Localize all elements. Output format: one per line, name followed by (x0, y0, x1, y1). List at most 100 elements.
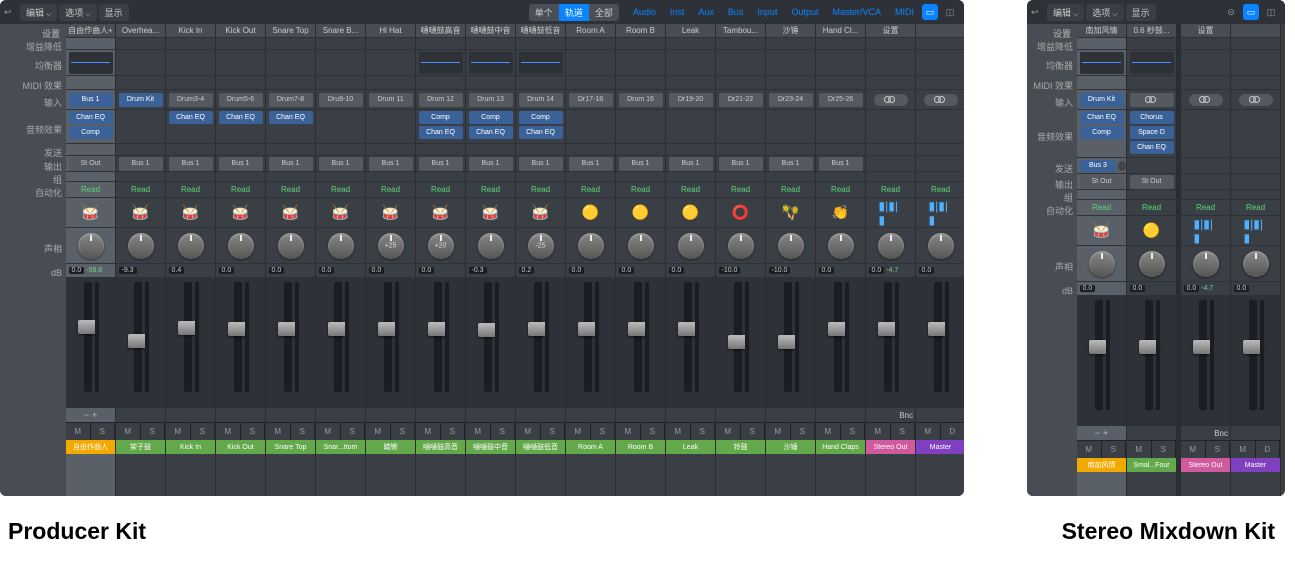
pan-knob[interactable] (816, 228, 865, 264)
audio-fx[interactable]: Chan EQ (166, 110, 215, 144)
solo-button[interactable]: S (1102, 441, 1127, 458)
output-slot[interactable]: St Out (1127, 174, 1176, 190)
mute-button[interactable]: M (516, 423, 541, 440)
fader-area[interactable] (866, 278, 915, 408)
fader-area[interactable] (1127, 296, 1176, 426)
filter-bus[interactable]: Bus (722, 5, 750, 19)
output-slot[interactable] (866, 156, 915, 172)
fader-area[interactable] (666, 278, 715, 408)
sends[interactable] (366, 144, 415, 156)
fx-insert[interactable]: Chan EQ (469, 126, 513, 139)
channel-strip[interactable]: Tambou...Dr21-22Bus 1Read⭕-10.0MS铃鼓 (716, 24, 766, 496)
mute-button[interactable]: M (866, 423, 891, 440)
automation-mode[interactable]: Read (616, 182, 665, 198)
fader-area[interactable] (716, 278, 765, 408)
fader-area[interactable] (816, 278, 865, 408)
pan-knob[interactable] (866, 228, 915, 264)
audio-fx[interactable] (316, 110, 365, 144)
mute-button[interactable]: M (616, 423, 641, 440)
pan-knob[interactable] (166, 228, 215, 264)
fx-insert[interactable]: Comp (69, 126, 113, 139)
mute-button[interactable]: M (316, 423, 341, 440)
sends[interactable] (616, 144, 665, 156)
automation-mode[interactable]: Read (316, 182, 365, 198)
solo-button[interactable]: S (1206, 441, 1231, 458)
audio-fx[interactable]: Chan EQComp (1077, 110, 1126, 158)
eq-thumbnail[interactable] (816, 50, 865, 76)
audio-fx[interactable] (916, 110, 964, 144)
channel-strip[interactable]: 自由作曲人+Bus 1Chan EQCompSt OutRead🥁0.0-59.… (66, 24, 116, 496)
mute-button[interactable]: M (666, 423, 691, 440)
channel-strip[interactable]: Kick OutDrum5-6Chan EQBus 1Read🥁0.0MSKic… (216, 24, 266, 496)
fader-area[interactable] (66, 278, 115, 408)
stereo-io-icon[interactable] (924, 94, 958, 106)
automation-mode[interactable]: Read (66, 182, 115, 198)
input-slot[interactable] (1127, 90, 1176, 110)
eq-thumbnail[interactable] (66, 50, 115, 76)
input-slot[interactable]: Dr25-26 (816, 90, 865, 110)
add-remove-row[interactable]: −+ (66, 408, 115, 422)
sends[interactable] (266, 144, 315, 156)
pan-knob[interactable] (566, 228, 615, 264)
output-strip[interactable]: Read⁠▮|▮|▮0.0MDMaster (1231, 24, 1281, 496)
mute-button[interactable]: M (1127, 441, 1152, 458)
eq-thumbnail[interactable] (216, 50, 265, 76)
input-slot[interactable] (1231, 90, 1280, 110)
pan-knob[interactable] (66, 228, 115, 264)
input-slot[interactable]: Drum 13 (466, 90, 515, 110)
seg-all[interactable]: 全部 (589, 4, 619, 21)
eq-thumbnail[interactable] (416, 50, 465, 76)
fx-insert[interactable]: Chan EQ (219, 111, 263, 124)
eq-thumbnail[interactable] (366, 50, 415, 76)
sends[interactable] (116, 144, 165, 156)
output-slot[interactable]: Bus 1 (216, 156, 265, 172)
fx-insert[interactable]: Chan EQ (519, 126, 563, 139)
channel-strip[interactable]: 嗵嗵鼓高音Drum 12CompChan EQBus 1Read🥁+200.0M… (416, 24, 466, 496)
solo-button[interactable]: S (791, 423, 816, 440)
input-slot[interactable]: Dr17-18 (566, 90, 615, 110)
eq-thumbnail[interactable] (1077, 50, 1126, 76)
pan-knob[interactable] (666, 228, 715, 264)
automation-mode[interactable]: Read (466, 182, 515, 198)
layout-icon-wide[interactable]: ▭ (1243, 4, 1259, 20)
mute-button[interactable]: M (416, 423, 441, 440)
output-strip[interactable]: 设置Read⁠▮|▮|▮0.0-4.7BncMSStereo Out (1181, 24, 1231, 496)
channel-strip[interactable]: Hi HatDrum 11Bus 1Read🥁+250.0MS踏镲 (366, 24, 416, 496)
audio-fx[interactable]: Chan EQComp (66, 110, 115, 144)
channel-strip[interactable]: 沙锤Dr23-24Bus 1Read🪇-10.0MS沙锤 (766, 24, 816, 496)
automation-mode[interactable]: Read (766, 182, 815, 198)
mute-button[interactable]: M (816, 423, 841, 440)
input-slot[interactable]: Bus 1 (66, 90, 115, 110)
solo-button[interactable]: S (341, 423, 366, 440)
mute-button[interactable]: M (166, 423, 191, 440)
pan-knob[interactable] (716, 228, 765, 264)
stereo-io-icon[interactable] (1189, 94, 1223, 106)
mute-button[interactable]: M (116, 423, 141, 440)
automation-mode[interactable]: Read (816, 182, 865, 198)
output-slot[interactable]: Bus 1 (466, 156, 515, 172)
audio-fx[interactable] (116, 110, 165, 144)
input-slot[interactable]: Drum3-4 (166, 90, 215, 110)
solo-button[interactable]: S (591, 423, 616, 440)
audio-fx[interactable]: CompChan EQ (516, 110, 565, 144)
output-slot[interactable]: Bus 1 (816, 156, 865, 172)
output-slot[interactable] (1181, 174, 1230, 190)
eq-thumbnail[interactable] (166, 50, 215, 76)
options-menu[interactable]: 选项 (59, 4, 96, 21)
fader-area[interactable] (1077, 296, 1126, 426)
edit-menu[interactable]: 编辑 (1047, 4, 1084, 21)
output-strip[interactable]: Read⁠▮|▮|▮0.0MDMaster (916, 24, 964, 496)
audio-fx[interactable] (766, 110, 815, 144)
pan-knob[interactable] (916, 228, 964, 264)
output-slot[interactable]: Bus 1 (616, 156, 665, 172)
output-slot[interactable]: Bus 1 (316, 156, 365, 172)
options-menu[interactable]: 选项 (1086, 4, 1123, 21)
fader-area[interactable] (266, 278, 315, 408)
fx-insert[interactable]: Comp (1080, 126, 1124, 139)
eq-thumbnail[interactable] (1127, 50, 1176, 76)
sends[interactable] (566, 144, 615, 156)
eq-thumbnail[interactable] (766, 50, 815, 76)
input-slot[interactable]: Drum 12 (416, 90, 465, 110)
channel-strip[interactable]: Overhea...Drum KitBus 1Read🥁-9.3MS架子鼓 (116, 24, 166, 496)
fader-area[interactable] (216, 278, 265, 408)
